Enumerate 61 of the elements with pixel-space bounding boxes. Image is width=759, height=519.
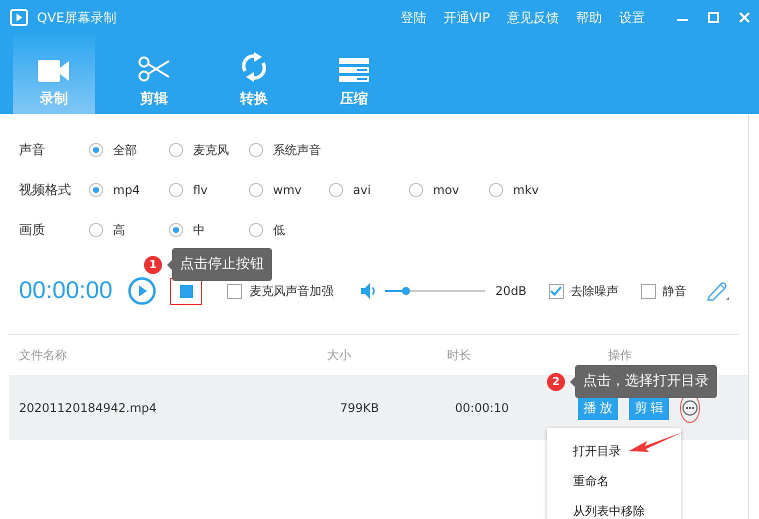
video-camera-icon xyxy=(38,60,70,82)
timer: 00:00:00 xyxy=(19,277,112,305)
column-header: 文件名称 xyxy=(18,346,68,364)
checkbox[interactable] xyxy=(548,284,564,298)
window-title: QVE屏幕录制 xyxy=(37,10,116,26)
menu-item[interactable]: 重命名 xyxy=(547,466,681,496)
radio-button[interactable] xyxy=(89,143,103,157)
checkbox[interactable] xyxy=(640,284,656,298)
speaker-icon[interactable] xyxy=(361,283,378,299)
radio-option[interactable]: avi xyxy=(329,183,409,197)
play-icon[interactable] xyxy=(128,277,156,305)
setting-label: 视频格式 xyxy=(18,182,72,199)
stacked-bars-icon xyxy=(339,58,369,82)
step-badge: 1 xyxy=(144,256,162,274)
radio-option[interactable]: mkv xyxy=(489,183,569,197)
more-icon xyxy=(682,400,698,416)
menu-item[interactable]: 从列表中移除 xyxy=(547,496,681,519)
radio-button[interactable] xyxy=(409,183,423,197)
checkbox-option[interactable]: 静音 xyxy=(640,282,687,300)
radio-option[interactable]: mp4 xyxy=(89,183,169,197)
radio-button[interactable] xyxy=(169,143,183,157)
tooltip: 点击停止按钮 xyxy=(172,248,272,281)
step-badge: 2 xyxy=(547,372,565,390)
file-name-cell-text: 20201120184942.mp4 xyxy=(18,400,158,414)
column-header: 大小 xyxy=(327,346,352,364)
radio-button[interactable] xyxy=(89,183,103,197)
radio-option[interactable]: 低 xyxy=(249,222,329,238)
radio-button[interactable] xyxy=(329,183,343,197)
radio-button[interactable] xyxy=(489,183,503,197)
volume-reading: 20dB xyxy=(495,284,527,298)
radio-option[interactable]: wmv xyxy=(249,183,329,197)
radio-option[interactable]: 中 xyxy=(169,222,249,238)
radio-button[interactable] xyxy=(89,223,103,237)
radio-button[interactable] xyxy=(249,223,263,237)
radio-button[interactable] xyxy=(169,183,183,197)
duration-cell-text: 00:00:10 xyxy=(455,400,510,414)
radio-option[interactable]: flv xyxy=(169,183,249,197)
column-header: 操作 xyxy=(608,346,632,364)
radio-button[interactable] xyxy=(169,223,183,237)
close-icon[interactable] xyxy=(739,12,750,23)
file-size-cell-text: 799KB xyxy=(340,400,380,414)
radio-option[interactable]: 系统声音 xyxy=(249,142,329,158)
play-logo-icon xyxy=(10,9,28,26)
setting-label: 画质 xyxy=(18,222,46,239)
column-header: 时长 xyxy=(447,346,472,364)
maximize-icon[interactable] xyxy=(708,12,719,23)
setting-label: 声音 xyxy=(18,142,46,159)
radio-option[interactable]: 全部 xyxy=(89,142,169,158)
refresh-icon xyxy=(241,52,267,82)
radio-option[interactable]: 麦克风 xyxy=(169,142,249,158)
radio-option[interactable]: 高 xyxy=(89,222,169,238)
radio-option[interactable]: mov xyxy=(409,183,489,197)
tooltip: 点击，选择打开目录 xyxy=(575,365,717,398)
radio-button[interactable] xyxy=(249,143,263,157)
pen-icon[interactable] xyxy=(706,281,729,301)
scissors-icon xyxy=(138,56,170,82)
checkbox-option[interactable]: 去除噪声 xyxy=(548,282,619,300)
pointer-arrow xyxy=(628,431,684,453)
checkbox[interactable] xyxy=(227,284,242,298)
checkbox-option[interactable]: 麦克风声音加强 xyxy=(227,282,334,300)
radio-button[interactable] xyxy=(249,183,263,197)
